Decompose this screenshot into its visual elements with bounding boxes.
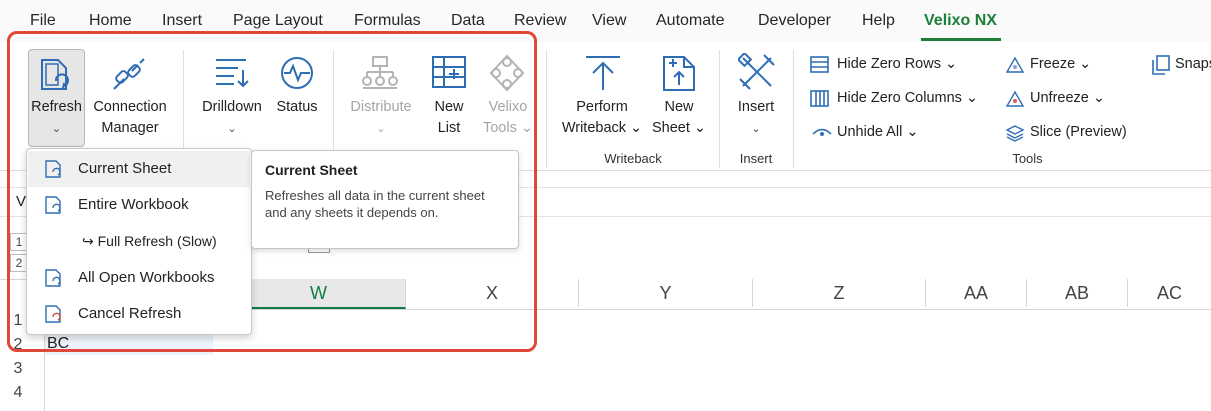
new-sheet-label-2[interactable]: Sheet ⌄ xyxy=(648,118,710,139)
connection-manager-label-2[interactable]: Manager xyxy=(88,118,172,139)
ribbon-separator xyxy=(793,50,794,168)
ribbon-separator xyxy=(546,50,547,168)
menu-item-current-sheet[interactable]: Current Sheet xyxy=(28,151,250,187)
menu-bar: File Home Insert Page Layout Formulas Da… xyxy=(0,0,1211,42)
distribute-icon xyxy=(362,56,398,89)
menu-item-entire-workbook[interactable]: Entire Workbook xyxy=(28,187,250,223)
tab-file[interactable]: File xyxy=(30,12,56,30)
tab-review[interactable]: Review xyxy=(514,12,566,30)
tab-page-layout[interactable]: Page Layout xyxy=(233,12,323,30)
status-label[interactable]: Status xyxy=(272,97,322,118)
tab-data[interactable]: Data xyxy=(451,12,485,30)
column-header-x[interactable]: X xyxy=(406,279,579,307)
tab-insert[interactable]: Insert xyxy=(162,12,202,30)
tab-developer[interactable]: Developer xyxy=(758,12,831,30)
freeze-icon xyxy=(1005,56,1025,73)
refresh-sheet-icon xyxy=(45,160,61,178)
new-list-icon[interactable] xyxy=(430,54,470,94)
tab-help[interactable]: Help xyxy=(862,12,895,30)
snapshot-button[interactable]: Snaps xyxy=(1175,56,1211,72)
status-icon[interactable] xyxy=(277,54,317,94)
drilldown-label[interactable]: Drilldown xyxy=(193,97,271,118)
column-header-z[interactable]: Z xyxy=(753,279,926,307)
unhide-all-button[interactable]: Unhide All ⌄ xyxy=(837,124,918,140)
hide-zero-rows-button[interactable]: Hide Zero Rows ⌄ xyxy=(837,56,957,72)
velixo-tools-label: Velixo xyxy=(488,99,528,115)
row-header-4[interactable]: 4 xyxy=(0,384,36,402)
chevron-down-icon: ⌄ xyxy=(227,123,237,135)
tools-group-label: Tools xyxy=(1012,151,1043,166)
menu-item-cancel-refresh[interactable]: Cancel Refresh xyxy=(28,296,250,332)
column-header-w[interactable]: W xyxy=(232,279,406,309)
refresh-label: Refresh xyxy=(31,99,82,115)
cell-bc[interactable]: BC xyxy=(45,333,213,355)
menu-item-label: All Open Workbooks xyxy=(78,269,215,286)
column-header-aa[interactable]: AA xyxy=(926,279,1027,307)
tooltip-title: Current Sheet xyxy=(265,162,358,178)
perform-writeback-icon[interactable] xyxy=(583,54,623,94)
chevron-down-icon: ⌄ xyxy=(376,123,386,135)
insert-tools-icon[interactable] xyxy=(738,53,778,93)
new-list-label[interactable]: New xyxy=(427,97,471,118)
tab-formulas[interactable]: Formulas xyxy=(354,12,421,30)
tooltip-body: Refreshes all data in the current sheet … xyxy=(265,188,485,220)
row-header-3[interactable]: 3 xyxy=(0,360,36,378)
unfreeze-icon xyxy=(1005,90,1025,107)
menu-item-label: ↪ Full Refresh (Slow) xyxy=(82,233,217,249)
refresh-all-icon xyxy=(45,269,61,287)
hide-zero-rows-icon xyxy=(810,56,829,73)
active-tab-underline xyxy=(921,38,1001,41)
cancel-refresh-icon xyxy=(45,305,61,323)
unhide-eye-icon xyxy=(812,128,832,136)
unfreeze-button[interactable]: Unfreeze ⌄ xyxy=(1030,90,1105,106)
tooltip: Current Sheet Refreshes all data in the … xyxy=(251,150,519,249)
velixo-tools-icon xyxy=(489,54,525,92)
column-header-ac[interactable]: AC xyxy=(1128,279,1211,307)
tab-automate[interactable]: Automate xyxy=(656,12,724,30)
writeback-group-label: Writeback xyxy=(604,151,662,166)
ribbon-separator xyxy=(719,50,720,168)
velixo-tools-label-2: Tools ⌄ xyxy=(482,120,534,136)
menu-item-label: Current Sheet xyxy=(78,160,172,177)
chevron-down-icon: ⌄ xyxy=(751,123,761,135)
freeze-button[interactable]: Freeze ⌄ xyxy=(1030,56,1091,72)
menu-item-label: Entire Workbook xyxy=(78,196,189,213)
perform-writeback-label-2[interactable]: Writeback ⌄ xyxy=(556,118,648,139)
new-sheet-label[interactable]: New xyxy=(648,97,710,118)
slice-layers-icon xyxy=(1005,125,1025,142)
tab-home[interactable]: Home xyxy=(89,12,132,30)
connection-manager-label[interactable]: Connection xyxy=(88,97,172,118)
insert-group-label: Insert xyxy=(739,151,773,166)
column-header-y[interactable]: Y xyxy=(579,279,753,307)
cell-bc-text: BC xyxy=(47,335,70,352)
refresh-dropdown-menu: Current Sheet Entire Workbook ↪ Full Ref… xyxy=(26,148,252,335)
hide-zero-columns-icon xyxy=(810,90,829,107)
perform-writeback-label[interactable]: Perform xyxy=(556,97,648,118)
insert-label[interactable]: Insert xyxy=(730,97,782,118)
distribute-label: Distribute xyxy=(350,99,412,115)
name-box[interactable]: V xyxy=(16,193,26,210)
row-header-2[interactable]: 2 xyxy=(0,336,36,354)
new-sheet-icon[interactable] xyxy=(660,54,700,94)
menu-item-full-refresh[interactable]: ↪ Full Refresh (Slow) xyxy=(28,224,250,260)
menu-item-all-open-workbooks[interactable]: All Open Workbooks xyxy=(28,260,250,296)
tab-view[interactable]: View xyxy=(592,12,626,30)
slice-preview-button[interactable]: Slice (Preview) xyxy=(1030,124,1127,140)
chevron-down-icon: ⌄ xyxy=(51,123,62,135)
snapshot-icon xyxy=(1152,55,1170,75)
drilldown-icon[interactable] xyxy=(212,54,252,94)
link-icon[interactable] xyxy=(108,55,152,95)
hide-zero-columns-button[interactable]: Hide Zero Columns ⌄ xyxy=(837,90,978,106)
refresh-icon xyxy=(41,59,69,90)
column-header-ab[interactable]: AB xyxy=(1027,279,1128,307)
menu-item-label: Cancel Refresh xyxy=(78,305,182,322)
tab-velixo-nx[interactable]: Velixo NX xyxy=(924,12,997,30)
refresh-workbook-icon xyxy=(45,196,61,214)
new-list-label-2[interactable]: List xyxy=(427,118,471,139)
